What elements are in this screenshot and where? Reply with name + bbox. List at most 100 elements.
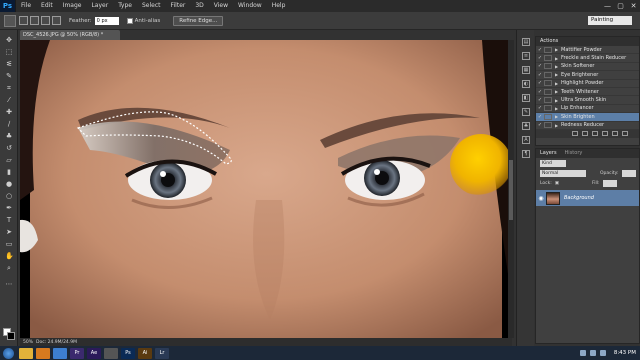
properties-panel-icon[interactable]: ≡ <box>522 52 530 60</box>
tab-history[interactable]: History <box>561 149 587 158</box>
network-icon[interactable] <box>589 350 596 356</box>
edit-mode-icon[interactable]: ⋯ <box>5 280 13 288</box>
check-icon[interactable]: ✓ <box>536 105 544 111</box>
layer-row-background[interactable]: ◉ Background <box>536 190 639 206</box>
trash-icon[interactable] <box>622 131 628 137</box>
brush-tool-icon[interactable]: ∕ <box>5 120 13 128</box>
shape-tool-icon[interactable]: ▭ <box>5 240 13 248</box>
zoom-tool-icon[interactable]: ⌕ <box>5 264 13 272</box>
paragraph-panel-icon[interactable]: ¶ <box>522 150 530 158</box>
color-panel-icon[interactable]: ◐ <box>522 80 530 88</box>
background-color-swatch[interactable] <box>7 332 15 340</box>
new-selection-icon[interactable] <box>19 16 28 25</box>
check-icon[interactable]: ✓ <box>536 114 544 120</box>
new-action-icon[interactable] <box>612 131 618 137</box>
dialog-toggle-icon[interactable] <box>544 63 552 70</box>
adjustments-panel-icon[interactable]: ◧ <box>522 94 530 102</box>
browser-icon[interactable] <box>53 347 67 359</box>
move-tool-icon[interactable]: ✥ <box>5 36 13 44</box>
opacity-input[interactable] <box>621 169 636 177</box>
hand-tool-icon[interactable]: ✋ <box>5 252 14 260</box>
clone-source-panel-icon[interactable]: ♣ <box>522 122 530 130</box>
vertical-scrollbar[interactable] <box>508 40 514 338</box>
eraser-tool-icon[interactable]: ▱ <box>5 156 13 164</box>
folder-icon[interactable] <box>19 347 33 359</box>
crop-tool-icon[interactable]: ⌗ <box>5 84 13 92</box>
brush-panel-icon[interactable]: ✎ <box>522 108 530 116</box>
menu-window[interactable]: Window <box>233 0 267 12</box>
stop-icon[interactable] <box>572 131 578 137</box>
action-row[interactable]: ✓ ▶ Ultra Smooth Skin <box>536 96 639 105</box>
dialog-toggle-icon[interactable] <box>544 46 552 53</box>
app-icon[interactable] <box>104 347 118 359</box>
check-icon[interactable]: ✓ <box>536 80 544 86</box>
menu-type[interactable]: Type <box>113 0 137 12</box>
visibility-eye-icon[interactable]: ◉ <box>536 195 546 202</box>
volume-icon[interactable] <box>599 350 606 356</box>
check-icon[interactable]: ✓ <box>536 72 544 78</box>
dialog-toggle-icon[interactable] <box>544 80 552 87</box>
action-row[interactable]: ✓ ▶ Freckle and Stain Reducer <box>536 54 639 63</box>
lightroom-icon[interactable]: Lr <box>155 347 169 359</box>
intersect-selection-icon[interactable] <box>52 16 61 25</box>
antialias-checkbox[interactable] <box>126 17 133 24</box>
illustrator-icon[interactable]: Ai <box>138 347 152 359</box>
marquee-tool-icon[interactable]: ⬚ <box>5 48 13 56</box>
check-icon[interactable]: ✓ <box>536 89 544 95</box>
menu-help[interactable]: Help <box>267 0 291 12</box>
lock-icon[interactable]: ▣ <box>555 181 559 186</box>
record-icon[interactable] <box>582 131 588 137</box>
tab-layers[interactable]: Layers <box>536 149 561 158</box>
start-button-icon[interactable] <box>3 347 14 359</box>
dialog-toggle-icon[interactable] <box>544 113 552 120</box>
photoshop-icon[interactable]: Ps <box>121 347 135 359</box>
check-icon[interactable]: ✓ <box>536 55 544 61</box>
dialog-toggle-icon[interactable] <box>544 122 552 129</box>
menu-filter[interactable]: Filter <box>166 0 191 12</box>
new-set-icon[interactable] <box>602 131 608 137</box>
eyedropper-tool-icon[interactable]: ⁄ <box>5 96 13 104</box>
play-icon[interactable] <box>592 131 598 137</box>
dialog-toggle-icon[interactable] <box>544 105 552 112</box>
fill-input[interactable] <box>602 179 617 187</box>
pen-tool-icon[interactable]: ✒ <box>5 204 13 212</box>
zoom-level[interactable]: 50% <box>23 340 33 345</box>
media-icon[interactable] <box>36 347 50 359</box>
menu-layer[interactable]: Layer <box>86 0 113 12</box>
path-select-tool-icon[interactable]: ➤ <box>5 228 13 236</box>
menu-file[interactable]: File <box>16 0 36 12</box>
action-row[interactable]: ✓ ▶ Mattifier Powder <box>536 46 639 55</box>
dialog-toggle-icon[interactable] <box>544 71 552 78</box>
feather-input[interactable]: 0 px <box>94 16 119 25</box>
check-icon[interactable]: ✓ <box>536 63 544 69</box>
check-icon[interactable]: ✓ <box>536 97 544 103</box>
swatches-panel-icon[interactable]: ▦ <box>522 66 530 74</box>
premiere-icon[interactable]: Pr <box>70 347 84 359</box>
tray-icon[interactable] <box>579 350 586 356</box>
add-selection-icon[interactable] <box>30 16 39 25</box>
taskbar-clock[interactable]: 8:43 PM <box>614 350 636 356</box>
maximize-icon[interactable]: ▢ <box>614 0 627 12</box>
blend-mode-select[interactable]: Normal <box>540 169 586 177</box>
character-panel-icon[interactable]: A <box>522 136 530 144</box>
history-brush-tool-icon[interactable]: ↺ <box>5 144 13 152</box>
kind-filter-select[interactable]: Kind <box>540 159 566 167</box>
clone-stamp-tool-icon[interactable]: ♣ <box>5 132 13 140</box>
menu-view[interactable]: View <box>209 0 233 12</box>
subtract-selection-icon[interactable] <box>41 16 50 25</box>
menu-image[interactable]: Image <box>58 0 87 12</box>
action-row[interactable]: ✓ ▶ Eye Brightener <box>536 71 639 80</box>
document-tab[interactable]: DSC_4526.JPG @ 50% (RGB/8) * <box>20 30 120 40</box>
action-row[interactable]: ✓ ▶ Highlight Powder <box>536 80 639 88</box>
layer-name[interactable]: Background <box>564 195 594 201</box>
dodge-tool-icon[interactable]: ○ <box>5 192 13 200</box>
menu-3d[interactable]: 3D <box>190 0 208 12</box>
dialog-toggle-icon[interactable] <box>544 55 552 62</box>
type-tool-icon[interactable]: T <box>5 216 13 224</box>
action-row[interactable]: ✓ ▶ Redness Reducer <box>536 122 639 130</box>
action-row[interactable]: ✓ ▶ Skin Softener <box>536 63 639 72</box>
healing-tool-icon[interactable]: ✚ <box>5 108 13 116</box>
scrollbar-thumb[interactable] <box>509 160 513 220</box>
action-row-selected[interactable]: ✓ ▶ Skin Brighten <box>536 113 639 122</box>
blur-tool-icon[interactable]: ● <box>5 180 13 188</box>
